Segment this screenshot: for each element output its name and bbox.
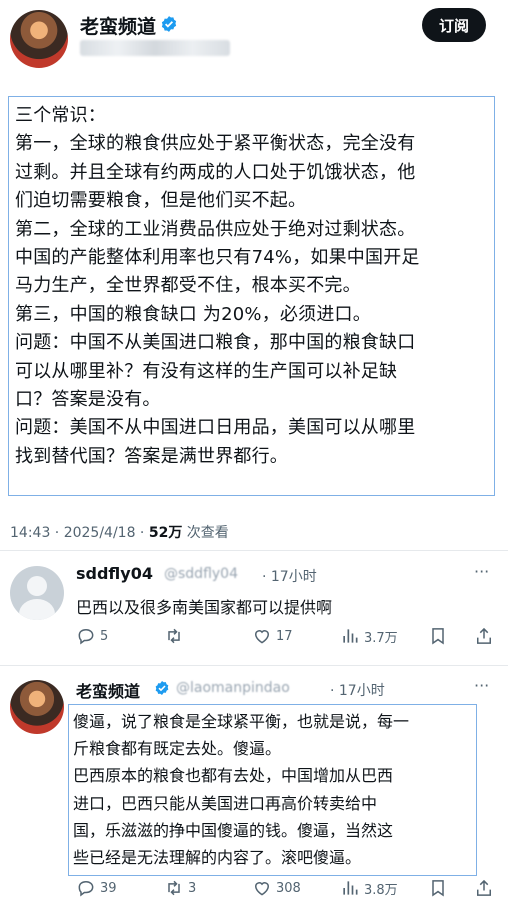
reply-author-handle[interactable]: @sddfly04 (164, 566, 238, 582)
share-icon (477, 627, 491, 644)
post-line: 们迫切需要粮食，但是他们买不起。 (15, 190, 307, 212)
post-line: 可以从哪里补？有没有这样的生产国可以补足缺 (15, 360, 398, 382)
divider (0, 665, 508, 666)
post-timestamp[interactable]: 14:43 · 2025/4/18 · (10, 525, 149, 541)
post-line: 问题：美国不从中国进口日用品，美国可以从哪里 (15, 417, 416, 439)
reply-count: 39 (100, 880, 117, 896)
post-body: 三个常识： 第一，全球的粮食供应处于紧平衡状态，完全没有 过剩。并且全球有约两成… (8, 96, 495, 496)
like-icon (254, 630, 270, 644)
retweet-button[interactable]: 3 (164, 878, 196, 898)
views-button[interactable]: 3.7万 (340, 626, 398, 646)
post-header: 老蛮频道 订阅 (0, 0, 508, 80)
verified-badge-icon (155, 681, 169, 695)
like-count: 308 (276, 880, 301, 896)
post-line: 三个常识： (15, 105, 106, 126)
reply-icon (78, 880, 94, 897)
reply-text-box: 傻逼，说了粮食是全球紧平衡，也就是说，每一 斤粮食都有既定去处。傻逼。 巴西原本… (68, 704, 477, 876)
post-meta: 14:43 · 2025/4/18 · 52万 次查看 (10, 522, 229, 542)
verified-badge-icon (161, 16, 177, 32)
post-line: 第三，中国的粮食缺口 为20%，必须进口。 (15, 303, 371, 325)
post-views-suffix: 次查看 (182, 525, 229, 541)
like-button[interactable]: 308 (252, 878, 301, 898)
subscribe-button[interactable]: 订阅 (422, 8, 486, 42)
reply-text-line: 傻逼，说了粮食是全球紧平衡，也就是说，每一 (73, 712, 410, 731)
reply-time[interactable]: · 17小时 (330, 680, 385, 700)
reply-text: 巴西以及很多南美国家都可以提供啊 (76, 598, 333, 617)
divider (0, 550, 508, 551)
like-icon (254, 882, 270, 896)
more-icon[interactable]: ··· (474, 562, 489, 581)
share-button[interactable] (474, 878, 494, 902)
reply-count: 5 (100, 628, 109, 644)
reply-actions: 5 17 3.7万 (76, 626, 496, 650)
retweet-count: 3 (188, 880, 197, 896)
post-line: 过剩。并且全球有约两成的人口处于饥饿状态，他 (15, 161, 416, 183)
post-line: 中国的产能整体利用率也只有74%，如果中国开足 (15, 247, 420, 269)
reply-text-line: 国，乐滋滋的挣中国傻逼的钱。傻逼，当然这 (73, 820, 394, 840)
post-line: 第一，全球的粮食供应处于紧平衡状态，完全没有 (15, 133, 416, 155)
reply-author-name[interactable]: sddfly04 (76, 564, 153, 583)
post-line: 马力生产，全世界都受不住，根本买不完。 (15, 275, 361, 297)
bookmark-icon (432, 628, 444, 645)
post-line: 问题：中国不从美国进口粮食，那中国的粮食缺口 (15, 332, 416, 354)
retweet-button[interactable] (164, 626, 188, 646)
post-line: 第二，全球的工业消费品供应处于绝对过剩状态。 (15, 218, 416, 240)
share-icon (477, 879, 491, 896)
reply-text-line: 斤粮食都有既定去处。傻逼。 (73, 739, 282, 759)
like-count: 17 (276, 628, 293, 644)
reply-author-name[interactable]: 老蛮频道 (76, 678, 140, 702)
views-count: 3.7万 (364, 630, 398, 646)
author-name[interactable]: 老蛮频道 (80, 12, 156, 39)
reply-time[interactable]: · 17小时 (262, 566, 317, 586)
reply-text-line: 巴西原本的粮食也都有去处，中国增加从巴西 (73, 766, 394, 786)
bookmark-button[interactable] (428, 626, 448, 650)
reply-item[interactable]: 老蛮频道 @laomanpindao · 17小时 ··· 傻逼，说了粮食是全球… (0, 672, 508, 912)
views-button[interactable]: 3.8万 (340, 878, 398, 898)
reply-icon (78, 628, 94, 645)
reply-button[interactable]: 5 (76, 626, 108, 646)
views-icon (343, 629, 358, 643)
retweet-icon (168, 628, 180, 644)
reply-button[interactable]: 39 (76, 878, 117, 898)
views-icon (343, 881, 358, 895)
more-icon[interactable]: ··· (474, 676, 489, 695)
like-button[interactable]: 17 (252, 626, 293, 646)
reply-item[interactable]: sddfly04 @sddfly04 · 17小时 ··· 巴西以及很多南美国家… (0, 560, 508, 660)
post-line: 找到替代国？答案是满世界都行。 (15, 445, 288, 467)
post-views-count: 52万 (148, 525, 183, 541)
views-count: 3.8万 (364, 882, 398, 898)
bookmark-icon (432, 880, 444, 897)
reply-author-handle[interactable]: @laomanpindao (176, 680, 290, 696)
reply-text-line: 些已经是无法理解的内容了。滚吧傻逼。 (73, 848, 362, 868)
reply-avatar[interactable] (10, 680, 64, 734)
retweet-icon (168, 880, 180, 896)
share-button[interactable] (474, 626, 494, 650)
reply-avatar[interactable] (10, 566, 64, 620)
author-handle-blurred (80, 40, 230, 56)
bookmark-button[interactable] (428, 878, 448, 902)
reply-actions: 39 3 308 3.8万 (76, 878, 496, 902)
post-line: 口？答案是没有。 (15, 389, 161, 411)
reply-text-line: 进口，巴西只能从美国进口再高价转卖给中 (73, 793, 378, 813)
author-avatar[interactable] (10, 10, 68, 68)
